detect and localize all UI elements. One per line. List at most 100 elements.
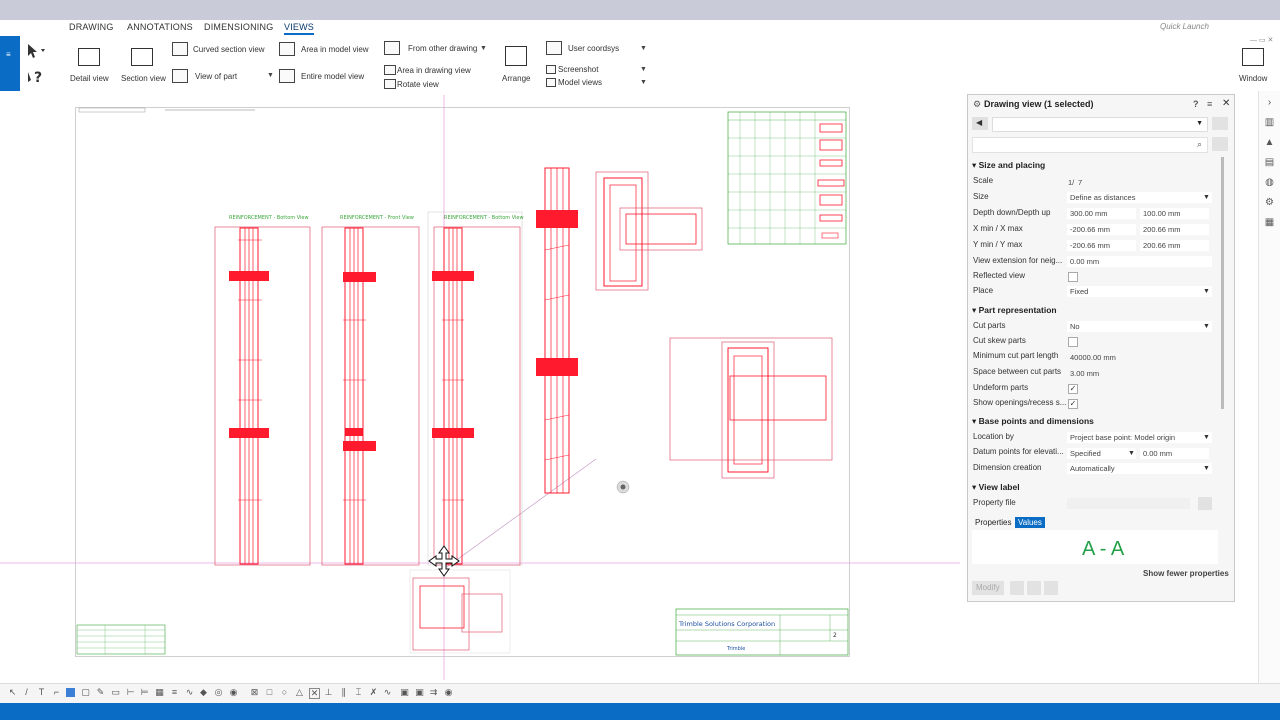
- screenshot-icon[interactable]: [546, 65, 556, 74]
- square-icon[interactable]: ▢: [81, 688, 90, 697]
- depth-down-input[interactable]: 300.00 mm: [1067, 208, 1136, 219]
- datum-points-dropdown[interactable]: Specified: [1067, 448, 1136, 459]
- toggle-button[interactable]: [1044, 581, 1058, 595]
- snap-midpoint-icon[interactable]: ⌶: [354, 688, 363, 697]
- section-base-points[interactable]: ▾ Base points and dimensions: [972, 416, 1094, 427]
- property-set-dropdown[interactable]: ▼: [992, 117, 1208, 132]
- model-views-dropdown-icon[interactable]: ▼: [640, 79, 647, 86]
- window-icon[interactable]: [1242, 48, 1264, 66]
- view-extension-input[interactable]: 0.00 mm: [1067, 256, 1212, 267]
- tab-annotations[interactable]: ANNOTATIONS: [127, 22, 193, 32]
- section-size-placing[interactable]: ▾ Size and placing: [972, 160, 1045, 171]
- rectangle-icon[interactable]: [66, 688, 75, 697]
- reinforcement-view-1[interactable]: [214, 226, 311, 566]
- detail-view-icon[interactable]: [78, 48, 100, 66]
- user-coordsys-button[interactable]: User coordsys: [568, 44, 619, 53]
- dimension-creation-dropdown[interactable]: Automatically: [1067, 463, 1212, 474]
- area-in-drawing-view-icon[interactable]: [384, 65, 396, 75]
- curved-section-icon[interactable]: [172, 42, 188, 56]
- snap-square-icon[interactable]: □: [265, 688, 274, 697]
- select-icon[interactable]: ↖: [8, 688, 17, 697]
- arrange-icon[interactable]: [505, 46, 527, 66]
- snap-override-1-icon[interactable]: ▣: [400, 688, 409, 697]
- filter-button[interactable]: [1212, 137, 1228, 151]
- reinforcement-view-3[interactable]: [427, 211, 523, 566]
- section-view-label[interactable]: ▾ View label: [972, 482, 1020, 493]
- area-in-model-view-icon[interactable]: [279, 42, 295, 56]
- window-controls[interactable]: — ▭ ✕: [1250, 36, 1273, 44]
- cut-parts-dropdown[interactable]: No: [1067, 321, 1212, 332]
- notes-table[interactable]: [76, 624, 166, 655]
- section-view-button[interactable]: Section view: [121, 74, 166, 83]
- pen-icon[interactable]: ✎: [96, 688, 105, 697]
- detail-view-button[interactable]: Detail view: [70, 74, 109, 83]
- back-button[interactable]: ◀: [972, 117, 988, 130]
- curve-icon[interactable]: ∿: [185, 688, 194, 697]
- entire-model-view-icon[interactable]: [279, 69, 295, 83]
- ymax-input[interactable]: 200.66 mm: [1140, 240, 1209, 251]
- snap-circle-icon[interactable]: ○: [280, 688, 289, 697]
- layout-icon[interactable]: ▤: [1264, 157, 1275, 168]
- hat-icon[interactable]: ▲: [1264, 137, 1275, 148]
- snap-view-icon[interactable]: ◉: [444, 688, 453, 697]
- area-in-model-view-button[interactable]: Area in model view: [301, 45, 369, 54]
- browse-file-button[interactable]: [1198, 497, 1212, 510]
- curved-section-view-button[interactable]: Curved section view: [193, 45, 265, 54]
- window-button[interactable]: Window: [1239, 74, 1267, 83]
- tab-dimensioning[interactable]: DIMENSIONING: [204, 22, 273, 32]
- snap-switch-icon[interactable]: ⇉: [429, 688, 438, 697]
- snap-cross-icon[interactable]: ✕: [309, 688, 320, 699]
- screenshot-button[interactable]: Screenshot: [558, 65, 598, 74]
- eye-icon[interactable]: ◉: [229, 688, 238, 697]
- expand-rail-icon[interactable]: ›: [1264, 97, 1275, 108]
- help-icon[interactable]: ?: [1193, 99, 1199, 109]
- ymin-input[interactable]: -200.66 mm: [1067, 240, 1136, 251]
- from-other-drawing-dropdown-icon[interactable]: ▼: [480, 45, 487, 52]
- title-block[interactable]: [675, 608, 849, 656]
- reinforcement-view-2[interactable]: [321, 226, 420, 566]
- xmin-input[interactable]: -200.66 mm: [1067, 224, 1136, 235]
- datum-points-input[interactable]: 0.00 mm: [1140, 448, 1209, 459]
- grid-snap-icon[interactable]: ▦: [155, 688, 164, 697]
- location-by-dropdown[interactable]: Project base point: Model origin: [1067, 432, 1212, 443]
- rotate-view-icon[interactable]: [384, 79, 396, 89]
- text-icon[interactable]: T: [37, 688, 46, 697]
- section-part-representation[interactable]: ▾ Part representation: [972, 305, 1057, 316]
- line-icon[interactable]: /: [22, 688, 31, 697]
- size-dropdown[interactable]: Define as distances: [1067, 192, 1212, 203]
- min-cut-part-length-input[interactable]: 40000.00 mm: [1067, 352, 1212, 363]
- tab-views[interactable]: VIEWS: [284, 22, 315, 35]
- panel-scrollbar[interactable]: [1221, 157, 1224, 409]
- list-icon[interactable]: ≡: [1207, 99, 1212, 109]
- snap-triangle-icon[interactable]: △: [295, 688, 304, 697]
- section-view-right[interactable]: [669, 337, 833, 479]
- user-coordsys-icon[interactable]: [546, 41, 562, 55]
- get-button[interactable]: [1010, 581, 1024, 595]
- save-settings-button[interactable]: [1212, 117, 1228, 130]
- grid-icon[interactable]: ▦: [1264, 217, 1275, 228]
- snap-perpendicular-icon[interactable]: ⊥: [324, 688, 333, 697]
- view-of-part-button[interactable]: View of part: [195, 72, 237, 81]
- section-view-bottom[interactable]: [409, 569, 511, 654]
- show-openings-checkbox[interactable]: ✓: [1068, 399, 1078, 409]
- scale-input[interactable]: 7: [1075, 177, 1218, 188]
- model-views-icon[interactable]: [546, 78, 556, 87]
- snap-square-x-icon[interactable]: ⊠: [250, 688, 259, 697]
- horizontal-dim-icon[interactable]: ⊨: [140, 688, 149, 697]
- section-view-icon[interactable]: [131, 48, 153, 66]
- globe-icon[interactable]: ◍: [1264, 177, 1275, 188]
- depth-up-input[interactable]: 100.00 mm: [1140, 208, 1209, 219]
- properties-tab[interactable]: Properties: [975, 518, 1011, 527]
- xmax-input[interactable]: 200.66 mm: [1140, 224, 1209, 235]
- undeform-parts-checkbox[interactable]: ✓: [1068, 384, 1078, 394]
- property-search-input[interactable]: ⌕: [972, 137, 1208, 153]
- copy-button[interactable]: [1027, 581, 1041, 595]
- section-view-top[interactable]: [595, 171, 703, 291]
- cut-skew-parts-checkbox[interactable]: [1068, 337, 1078, 347]
- snap-intersection-icon[interactable]: ✗: [369, 688, 378, 697]
- modify-button[interactable]: Modify: [972, 581, 1004, 595]
- entire-model-view-button[interactable]: Entire model view: [301, 72, 364, 81]
- snap-parallel-icon[interactable]: ∥: [339, 688, 348, 697]
- from-other-drawing-button[interactable]: From other drawing: [408, 44, 477, 53]
- dimension-icon[interactable]: ⌐: [52, 688, 61, 697]
